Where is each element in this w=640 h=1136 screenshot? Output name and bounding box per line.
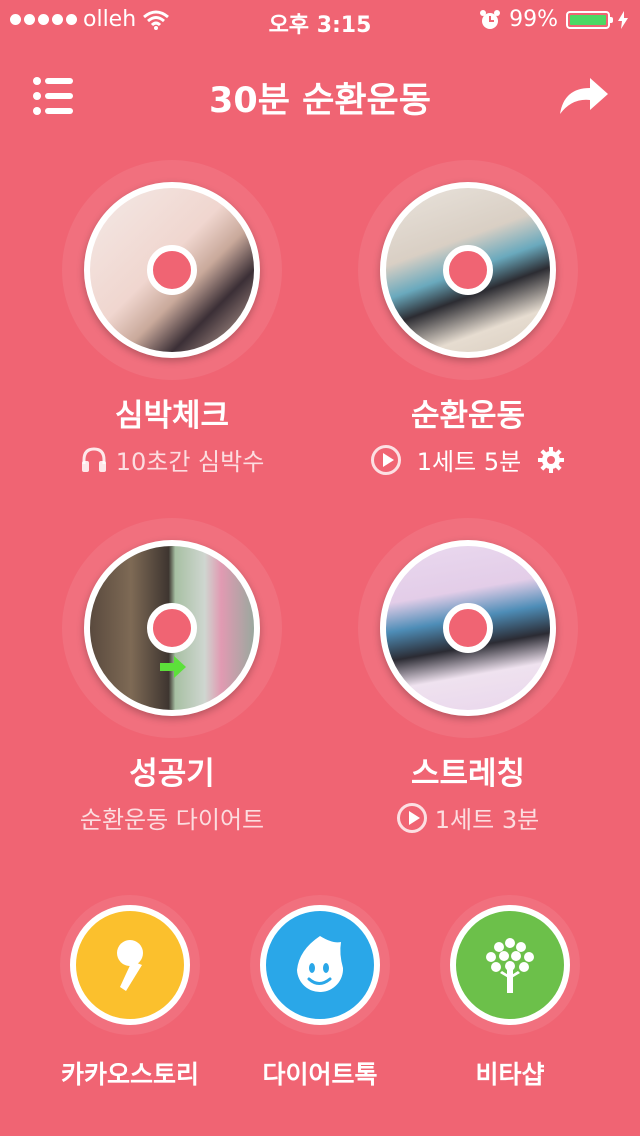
card-title: 순환운동 <box>410 398 526 434</box>
settings-gear-icon[interactable] <box>537 446 565 474</box>
card-circuit-workout[interactable]: 순환운동 1세트 5분 <box>318 160 618 490</box>
battery-icon <box>566 10 613 29</box>
status-right: 99% <box>479 7 628 32</box>
card-success-story[interactable]: 성공기 순환운동 다이어트 <box>22 518 322 848</box>
vitashop-button[interactable] <box>450 905 570 1025</box>
app-header: 30분 순환운동 <box>0 40 640 150</box>
app-label: 카카오스토리 <box>60 1060 199 1089</box>
card-subtitle-row: 10초간 심박수 <box>22 442 322 477</box>
stretching-disc[interactable] <box>380 540 556 716</box>
card-title: 심박체크 <box>114 398 230 434</box>
charging-icon <box>618 10 628 29</box>
battery-percent: 99% <box>509 7 558 32</box>
heart-check-disc[interactable] <box>84 182 260 358</box>
app-link-vitashop[interactable]: 비타샵 <box>415 895 605 1115</box>
app-label: 다이어트톡 <box>262 1060 378 1089</box>
headphones-icon <box>81 446 106 472</box>
disc-hole <box>443 603 493 653</box>
card-title: 스트레칭 <box>410 756 526 792</box>
app-link-diet-talk[interactable]: 다이어트톡 <box>225 895 415 1115</box>
card-subtitle-row: 순환운동 다이어트 <box>22 800 322 835</box>
success-story-disc[interactable] <box>84 540 260 716</box>
card-subtitle-row: 1세트 3분 <box>318 800 618 835</box>
alarm-icon <box>480 9 501 29</box>
disc-hole <box>147 603 197 653</box>
app-label: 비타샵 <box>475 1060 545 1089</box>
kakaostory-button[interactable] <box>70 905 190 1025</box>
card-subtitle: 10초간 심박수 <box>115 448 265 476</box>
tree-icon <box>486 938 534 993</box>
app-link-kakaostory[interactable]: 카카오스토리 <box>35 895 225 1115</box>
card-subtitle: 1세트 5분 <box>416 448 522 476</box>
card-title: 성공기 <box>129 756 215 792</box>
play-icon[interactable] <box>396 802 427 833</box>
play-icon[interactable] <box>370 444 401 475</box>
battery-fill <box>570 14 606 25</box>
card-subtitle: 1세트 3분 <box>434 806 540 834</box>
kakaostory-icon <box>117 940 143 991</box>
card-heart-check[interactable]: 심박체크 10초간 심박수 <box>22 160 322 490</box>
disc-hole <box>443 245 493 295</box>
card-stretching[interactable]: 스트레칭 1세트 3분 <box>318 518 618 848</box>
arrow-right-icon <box>160 656 186 678</box>
circuit-workout-disc[interactable] <box>380 182 556 358</box>
disc-hole <box>147 245 197 295</box>
share-arrow-icon <box>560 78 608 114</box>
card-subtitle: 순환운동 다이어트 <box>79 806 265 834</box>
status-bar: olleh 오후 3:15 99% <box>0 0 640 40</box>
diet-talk-button[interactable] <box>260 905 380 1025</box>
water-drop-face-icon <box>297 936 344 993</box>
share-button[interactable] <box>558 74 610 118</box>
card-subtitle-row: 1세트 5분 <box>318 442 618 477</box>
page-title: 30분 순환운동 <box>209 81 431 121</box>
